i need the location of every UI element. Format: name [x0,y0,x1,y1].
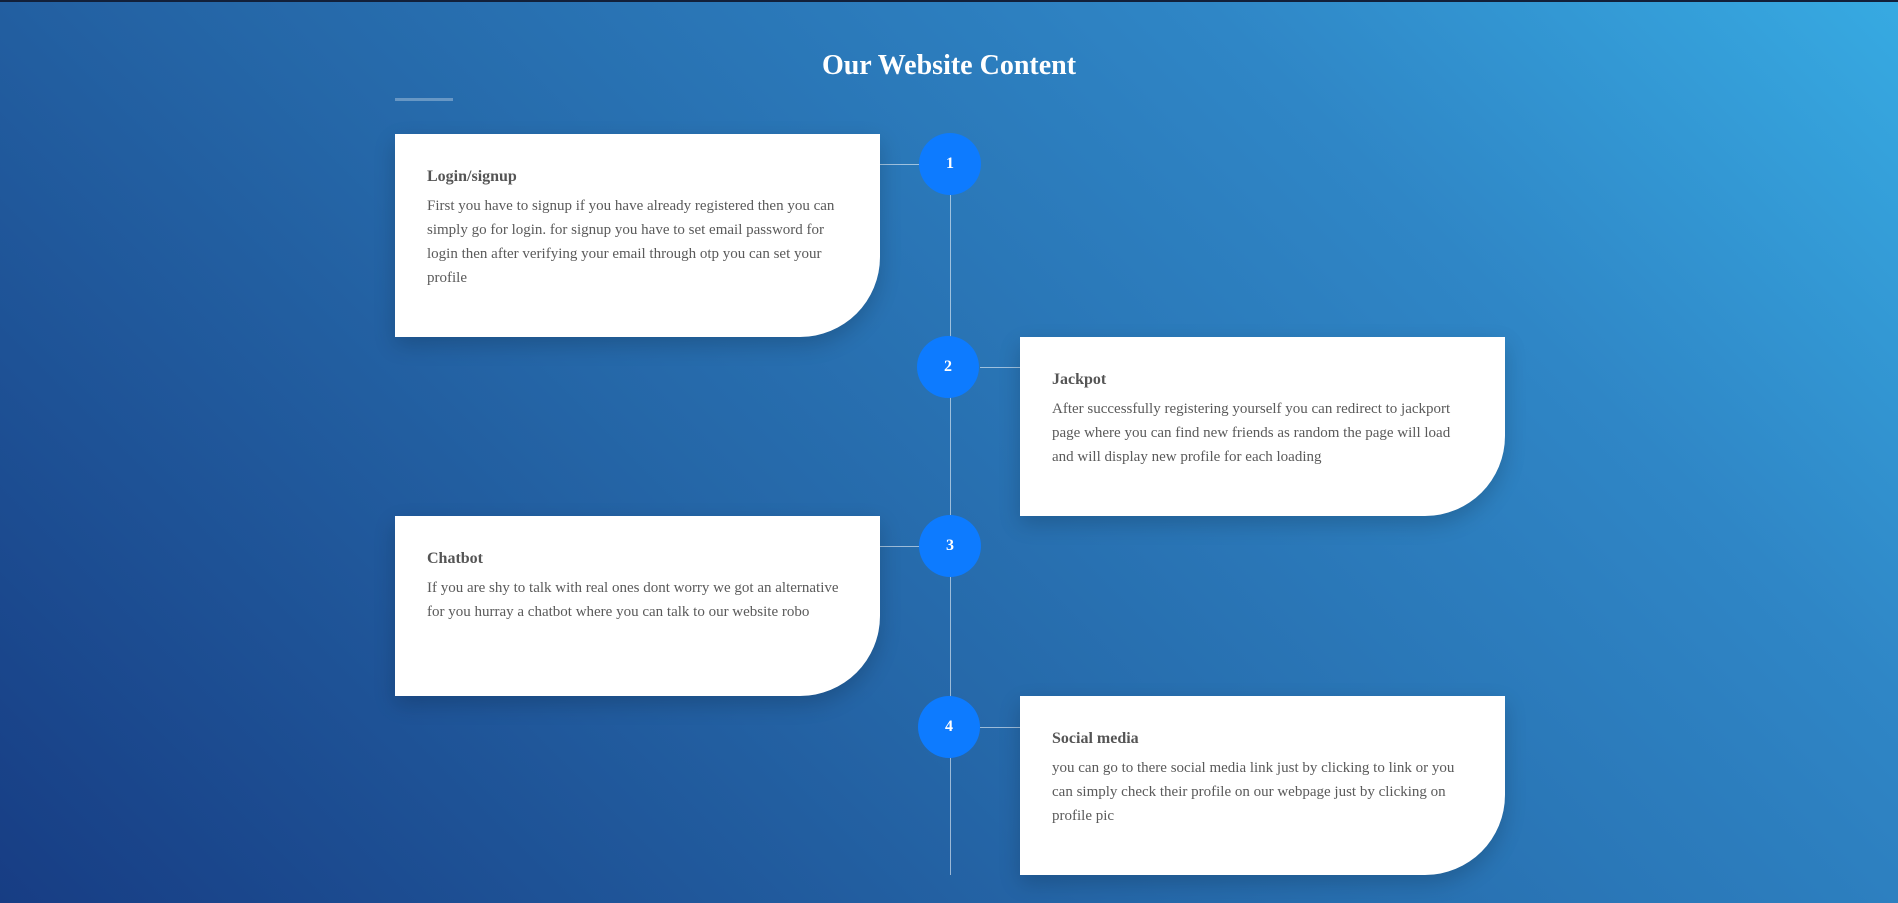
step-2-description: After successfully registering yourself … [1052,401,1451,465]
step-2-title: Jackpot [1052,371,1107,388]
step-2-connector [980,367,1020,368]
step-3-number-badge: 3 [919,515,981,577]
step-3-description: If you are shy to talk with real ones do… [427,580,839,620]
step-1-connector [880,164,920,165]
step-4-card: Social media you can go to there social … [1020,696,1505,875]
title-underline-divider [395,98,453,101]
step-1-title: Login/signup [427,168,517,185]
step-2-card: Jackpot After successfully registering y… [1020,337,1505,516]
top-border [0,0,1898,2]
step-3-card: Chatbot If you are shy to talk with real… [395,516,880,696]
step-3-connector [880,546,920,547]
page-title: Our Website Content [821,50,1077,81]
step-3-title: Chatbot [427,550,484,567]
step-4-number-badge: 4 [918,696,980,758]
step-4-description: you can go to there social media link ju… [1052,760,1455,824]
step-2-number-badge: 2 [917,336,979,398]
step-1-card: Login/signup First you have to signup if… [395,134,880,337]
step-1-number-badge: 1 [919,133,981,195]
step-1-description: First you have to signup if you have alr… [427,198,835,286]
step-4-title: Social media [1052,730,1139,747]
step-4-connector [980,727,1020,728]
